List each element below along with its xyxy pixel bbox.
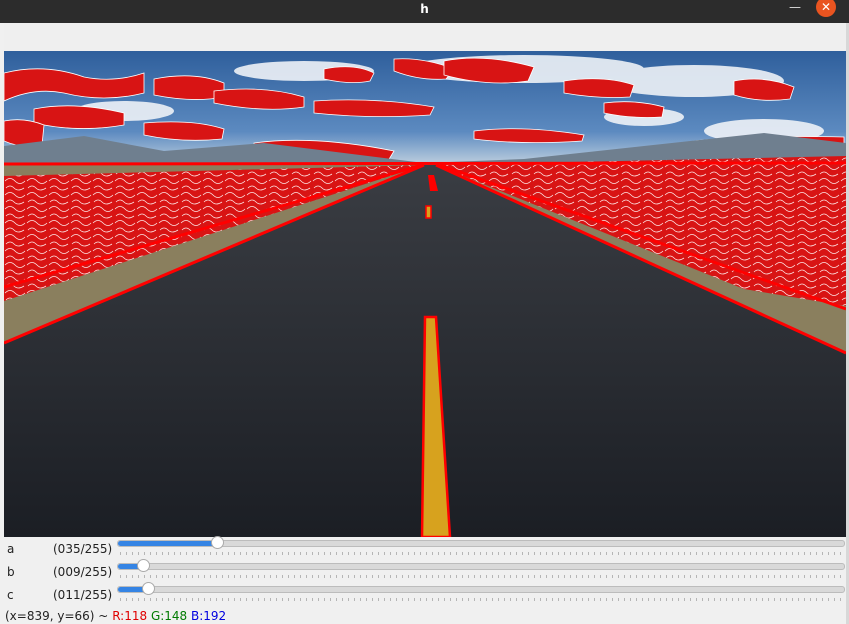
status-readout: (x=839, y=66) ~ R:118 G:148 B:192 [5,609,226,623]
road-edge-detection-image [4,51,846,537]
window-title: h [420,2,429,16]
trackbar-fill [118,541,218,546]
trackbar-value: (011/255) [53,588,113,602]
trackbar-ticks [120,575,842,578]
trackbar-slider[interactable] [117,536,845,549]
trackbar-value: (035/255) [53,542,113,556]
status-green: G:148 [150,609,188,623]
image-view[interactable] [4,51,846,537]
status-red: R:118 [112,609,148,623]
trackbar-ticks [120,598,842,601]
trackbar-handle[interactable] [136,559,150,572]
trackbar-ticks [120,552,842,555]
trackbar-handle[interactable] [142,582,156,595]
trackbar-value: (009/255) [53,565,113,579]
title-bar: h — ✕ [0,0,849,23]
trackbar-label: b [7,565,15,579]
status-blue: B:192 [191,609,227,623]
trackbar-slider[interactable] [117,582,845,595]
status-coords: (x=839, y=66) ~ [5,609,109,623]
trackbar-a: a (035/255) [4,536,846,560]
minimize-icon[interactable]: — [786,0,804,18]
trackbar-label: c [7,588,14,602]
trackbar-slider[interactable] [117,559,845,572]
trackbar-c: c (011/255) [4,582,846,606]
trackbar-b: b (009/255) [4,559,846,583]
trackbar-label: a [7,542,15,556]
toolbar [4,23,846,51]
trackbar-handle[interactable] [210,536,224,549]
status-bar: (x=839, y=66) ~ R:118 G:148 B:192 [0,608,849,624]
